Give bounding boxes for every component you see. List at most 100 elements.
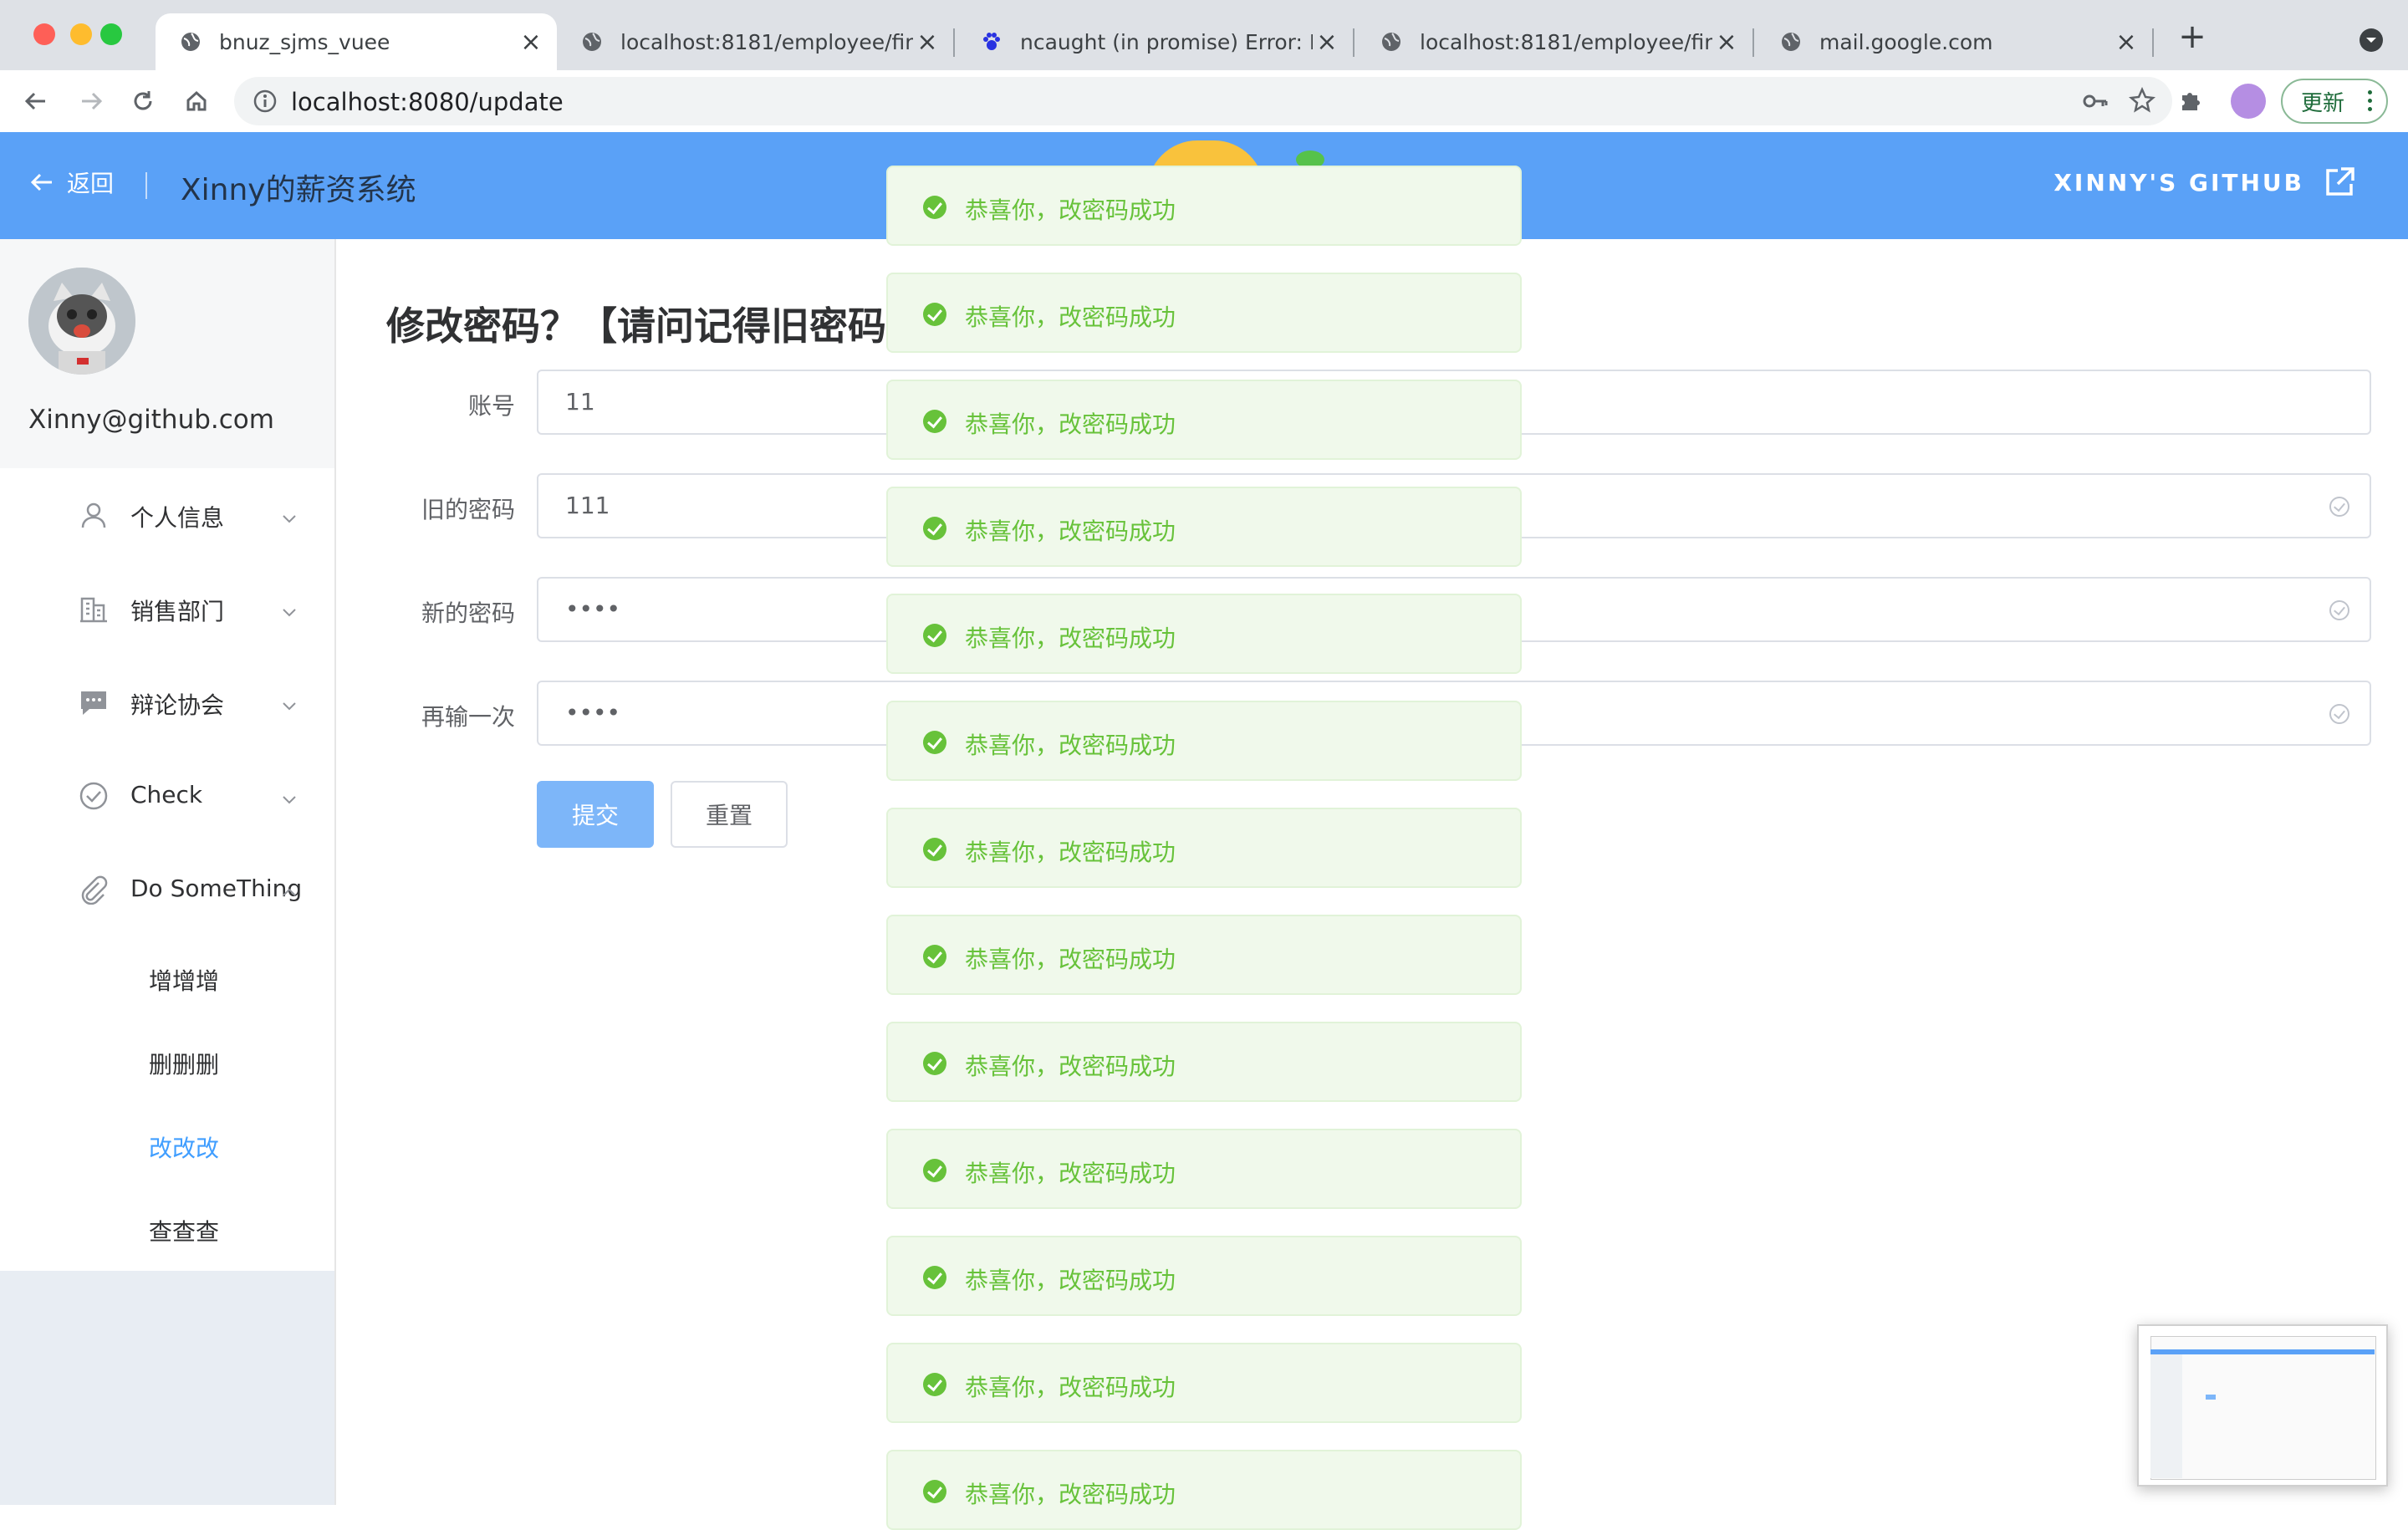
back-arrow-icon[interactable] [15,80,57,122]
success-check-icon [923,1373,946,1396]
success-check-icon [923,624,946,647]
tab-title: bnuz_sjms_vuee [219,29,390,54]
globe-icon [580,30,604,54]
paperclip-icon [79,875,109,905]
tab-separator [2152,28,2154,57]
new-tab-plus-icon[interactable]: + [2176,20,2209,55]
sidebar-item-do-something[interactable]: Do SomeThing [0,843,336,936]
new-password-value: •••• [565,595,621,623]
success-check-icon [923,1480,946,1503]
reload-icon[interactable] [122,80,164,122]
success-check-icon [923,517,946,540]
toast-message: 恭喜你，改密码成功 [965,1481,1176,1508]
success-check-icon [923,196,946,219]
bookmark-star-icon[interactable] [2129,86,2155,117]
sidebar-item-label: Check [130,781,203,808]
submenu-label: 改改改 [149,1135,220,1162]
success-toast: 恭喜你，改密码成功 [886,594,1522,674]
sidebar-item-label: Do SomeThing [130,875,303,902]
globe-icon [179,30,202,54]
submenu-item-update[interactable]: 改改改 [0,1104,336,1187]
tab-close-icon[interactable]: × [913,28,941,57]
tab-search-chevron-icon[interactable] [2360,28,2383,52]
success-toast: 恭喜你，改密码成功 [886,1236,1522,1316]
success-toast: 恭喜你，改密码成功 [886,166,1522,246]
submenu-label: 增增增 [149,967,220,995]
confirm-password-value: •••• [565,699,621,727]
submenu-label: 查查查 [149,1218,220,1246]
browser-tab[interactable]: localhost:8181/employee/findB × [557,13,953,70]
toast-message: 恭喜你，改密码成功 [965,1053,1176,1080]
github-label: XINNY'S GITHUB [2053,168,2304,196]
site-info-icon[interactable] [253,89,278,117]
external-link-icon [2326,167,2354,196]
tab-title: localhost:8181/employee/findAl [1420,29,1712,54]
confirm-password-label: 再输一次 [421,703,515,731]
success-toast: 恭喜你，改密码成功 [886,701,1522,781]
success-check-icon [923,838,946,861]
success-toast: 恭喜你，改密码成功 [886,1129,1522,1209]
tab-title: localhost:8181/employee/findB [620,29,913,54]
success-toast: 恭喜你，改密码成功 [886,1022,1522,1102]
browser-tab[interactable]: bnuz_sjms_vuee × [156,13,557,70]
browser-toolbar: localhost:8080/update 更新 [0,70,2408,133]
toast-message: 恭喜你，改密码成功 [965,946,1176,973]
globe-icon [1380,30,1403,54]
tab-title: ncaught (in promise) Error: Rec [1020,29,1313,54]
sidebar-item-check[interactable]: Check [0,749,336,843]
toast-message: 恭喜你，改密码成功 [965,732,1176,759]
window-minimize-button[interactable] [70,23,92,45]
success-check-icon [923,1052,946,1075]
tab-title: mail.google.com [1819,29,1993,54]
github-link[interactable]: XINNY'S GITHUB [2053,166,2356,199]
forward-arrow-icon[interactable] [70,80,112,122]
tab-close-icon[interactable]: × [1712,28,1741,57]
toast-message: 恭喜你，改密码成功 [965,1267,1176,1294]
success-check-icon [923,410,946,433]
validation-check-icon [2329,600,2349,620]
browser-tab[interactable]: ncaught (in promise) Error: Rec × [957,13,1353,70]
submenu-item-add[interactable]: 增增增 [0,936,336,1020]
home-icon[interactable] [176,80,217,122]
success-toast: 恭喜你，改密码成功 [886,1343,1522,1423]
chevron-down-icon [281,786,298,813]
toast-message: 恭喜你，改密码成功 [965,1160,1176,1187]
toast-message: 恭喜你，改密码成功 [965,303,1176,331]
browser-tab[interactable]: localhost:8181/employee/findAl × [1356,13,1752,70]
screenshot-thumbnail[interactable] [2137,1324,2388,1487]
tab-close-icon[interactable]: × [517,28,545,57]
check-circle-icon [79,781,109,811]
success-toast: 恭喜你，改密码成功 [886,808,1522,888]
old-password-label: 旧的密码 [421,496,515,523]
submit-button[interactable]: 提交 [537,781,654,848]
profile-avatar[interactable] [2231,84,2266,119]
reset-button[interactable]: 重置 [671,781,788,848]
submenu-label: 删删删 [149,1051,220,1079]
submenu-item-query[interactable]: 查查查 [0,1187,336,1271]
header-divider [145,172,147,199]
success-toast: 恭喜你，改密码成功 [886,1450,1522,1530]
avatar[interactable] [28,268,135,375]
tab-close-icon[interactable]: × [1313,28,1341,57]
browser-update-button[interactable]: 更新 [2281,79,2388,124]
account-label: 账号 [467,392,515,420]
window-close-button[interactable] [33,23,55,45]
tab-close-icon[interactable]: × [2112,28,2140,57]
success-toast: 恭喜你，改密码成功 [886,487,1522,567]
toast-message: 恭喜你，改密码成功 [965,518,1176,545]
browser-tab[interactable]: mail.google.com × [1756,13,2152,70]
url-text[interactable]: localhost:8080/update [291,88,564,116]
back-label: 返回 [67,170,115,197]
success-check-icon [923,1159,946,1182]
password-key-icon[interactable] [2082,89,2109,117]
more-menu-icon [2368,90,2373,115]
tab-separator [1752,28,1754,57]
globe-icon [1779,30,1803,54]
extensions-puzzle-icon[interactable] [2177,87,2204,117]
app-title: Xinny的薪资系统 [181,173,416,207]
address-bar[interactable]: localhost:8080/update [234,77,2172,125]
submenu-item-delete[interactable]: 删删删 [0,1020,336,1104]
back-link[interactable]: 返回 [28,166,114,199]
browser-tab-bar: bnuz_sjms_vuee × localhost:8181/employee… [0,0,2408,70]
window-zoom-button[interactable] [100,23,122,45]
